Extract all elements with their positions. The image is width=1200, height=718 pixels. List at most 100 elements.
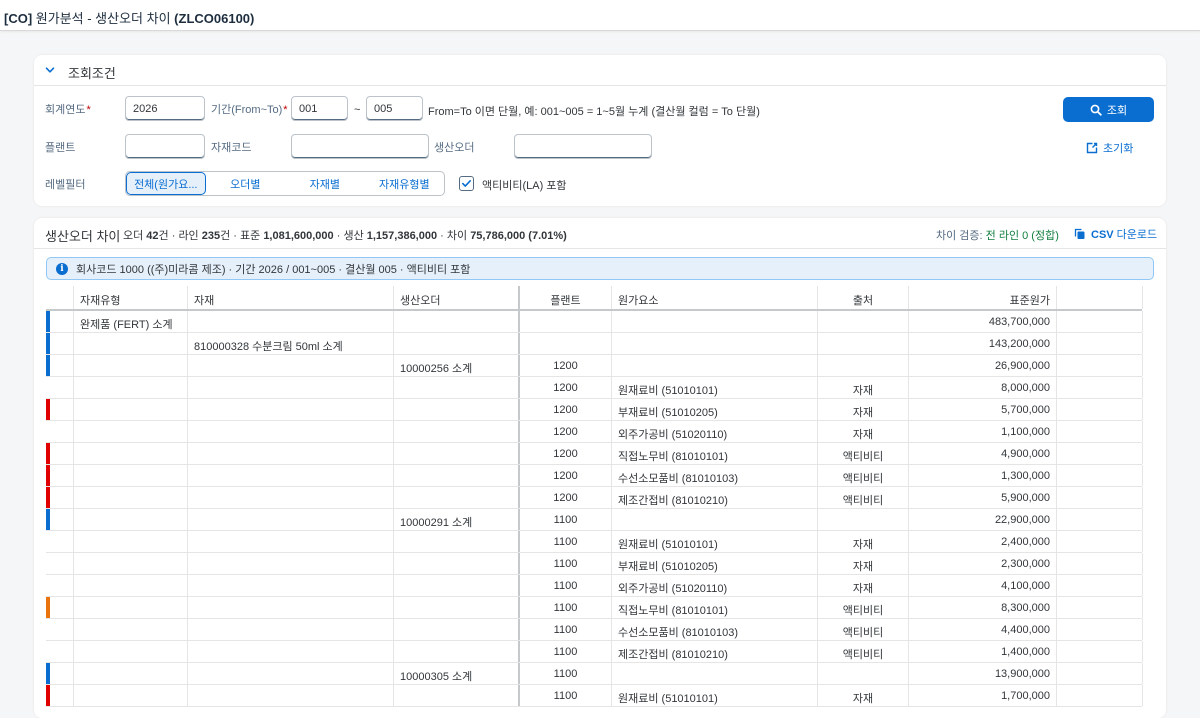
- activity-checkbox-label[interactable]: 액티비티(LA) 포함: [482, 177, 567, 193]
- cell-standard-cost: 26,900,000: [909, 355, 1057, 376]
- table-row[interactable]: 1100 제조간접비 (81010210) 액티비티 1,400,000: [46, 641, 1143, 663]
- cell-material: [188, 531, 394, 552]
- table-row[interactable]: 1200 제조간접비 (81010210) 액티비티 5,900,000: [46, 487, 1143, 509]
- row-status-marker: [46, 685, 50, 706]
- table-row[interactable]: 1100 수선소모품비 (81010103) 액티비티 4,400,000: [46, 619, 1143, 641]
- cell-extra: [1057, 685, 1143, 706]
- table-row[interactable]: 1200 부재료비 (51010205) 자재 5,700,000: [46, 399, 1143, 421]
- row-status-marker: [46, 487, 50, 508]
- cell-material-type: [74, 597, 188, 618]
- row-marker-cell: [46, 641, 74, 662]
- plant-input[interactable]: [125, 134, 205, 159]
- cell-production-order: [394, 597, 520, 618]
- cell-production-order: [394, 465, 520, 486]
- cell-material-type: [74, 333, 188, 354]
- table-row[interactable]: 1200 외주가공비 (51020110) 자재 1,100,000: [46, 421, 1143, 443]
- cell-source: 자재: [818, 421, 909, 442]
- level-filter-option-order[interactable]: 오더별: [206, 172, 285, 195]
- csv-download-label: CSV 다운로드: [1091, 229, 1158, 241]
- table-row[interactable]: 10000291 소계 1100 22,900,000: [46, 509, 1143, 531]
- row-status-marker: [46, 509, 50, 530]
- fiscal-year-label: 회계연도*: [45, 104, 91, 116]
- table-row[interactable]: 1100 부재료비 (51010205) 자재 2,300,000: [46, 553, 1143, 575]
- cell-production-order: [394, 641, 520, 662]
- app-title: [CO] 원가분석 - 생산오더 차이 (ZLCO06100): [4, 8, 254, 27]
- cell-production-order: [394, 487, 520, 508]
- cell-material: [188, 685, 394, 706]
- cell-production-order: 10000291 소계: [394, 509, 520, 530]
- col-header-material[interactable]: 자재: [188, 286, 394, 309]
- cell-cost-element: [612, 663, 818, 684]
- cell-material: [188, 399, 394, 420]
- variance-table: 자재유형 자재 생산오더 플랜트 원가요소 출처 표준원가 완제품 (FERT)…: [46, 286, 1143, 707]
- cell-standard-cost: 8,000,000: [909, 377, 1057, 398]
- col-header-standard-cost[interactable]: 표준원가: [909, 286, 1057, 309]
- table-row[interactable]: 1100 외주가공비 (51020110) 자재 4,100,000: [46, 575, 1143, 597]
- col-header-material-type[interactable]: 자재유형: [74, 286, 188, 309]
- cell-production-order: [394, 619, 520, 640]
- table-row[interactable]: 1100 직접노무비 (81010101) 액티비티 8,300,000: [46, 597, 1143, 619]
- table-row[interactable]: 완제품 (FERT) 소계 483,700,000: [46, 311, 1143, 333]
- cell-standard-cost: 1,300,000: [909, 465, 1057, 486]
- cell-source: [818, 355, 909, 376]
- cell-extra: [1057, 355, 1143, 376]
- col-header-cost-element[interactable]: 원가요소: [612, 286, 818, 309]
- cell-material: 810000328 수분크림 50ml 소계: [188, 333, 394, 354]
- cell-cost-element: [612, 333, 818, 354]
- table-row[interactable]: 1100 원재료비 (51010101) 자재 1,700,000: [46, 685, 1143, 707]
- cell-production-order: 10000256 소계: [394, 355, 520, 376]
- col-header-source[interactable]: 출처: [818, 286, 909, 309]
- cell-cost-element: 외주가공비 (51020110): [612, 575, 818, 596]
- chevron-down-icon[interactable]: [44, 64, 56, 76]
- results-panel: 생산오더 차이 오더 42건 · 라인 235건 · 표준 1,081,600,…: [34, 218, 1166, 718]
- row-marker-cell: [46, 619, 74, 640]
- filter-header[interactable]: 조회조건: [34, 55, 1166, 86]
- level-filter-option-material[interactable]: 자재별: [285, 172, 364, 195]
- reset-button[interactable]: 초기화: [1086, 139, 1133, 157]
- cell-extra: [1057, 421, 1143, 442]
- cell-production-order: [394, 575, 520, 596]
- variance-check-value: 전 라인 0 (정합): [985, 230, 1059, 242]
- table-row[interactable]: 10000256 소계 1200 26,900,000: [46, 355, 1143, 377]
- row-status-marker: [46, 465, 50, 486]
- cell-source: 액티비티: [818, 619, 909, 640]
- cell-material: [188, 443, 394, 464]
- level-filter-option-all[interactable]: 전체(원가요...: [126, 172, 206, 195]
- cell-extra: [1057, 597, 1143, 618]
- csv-download-button[interactable]: CSV 다운로드: [1074, 226, 1157, 242]
- plant-label: 플랜트: [45, 142, 76, 154]
- table-row[interactable]: 810000328 수분크림 50ml 소계 143,200,000: [46, 333, 1143, 355]
- cell-plant: 1100: [520, 575, 612, 596]
- table-row[interactable]: 1100 원재료비 (51010101) 자재 2,400,000: [46, 531, 1143, 553]
- shell-bar: [CO] 원가분석 - 생산오더 차이 (ZLCO06100): [0, 0, 1200, 31]
- production-order-input[interactable]: [514, 134, 652, 159]
- table-row[interactable]: 10000305 소계 1100 13,900,000: [46, 663, 1143, 685]
- cell-plant: 1100: [520, 663, 612, 684]
- material-code-input[interactable]: [291, 134, 429, 159]
- search-button[interactable]: 조회: [1063, 97, 1154, 122]
- activity-checkbox[interactable]: [459, 176, 474, 191]
- table-row[interactable]: 1200 수선소모품비 (81010103) 액티비티 1,300,000: [46, 465, 1143, 487]
- cell-extra: [1057, 663, 1143, 684]
- row-marker-cell: [46, 377, 74, 398]
- fiscal-year-input[interactable]: 2026: [125, 96, 205, 121]
- col-header-plant[interactable]: 플랜트: [520, 286, 612, 309]
- row-marker-cell: [46, 487, 74, 508]
- table-row[interactable]: 1200 원재료비 (51010101) 자재 8,000,000: [46, 377, 1143, 399]
- cell-plant: 1100: [520, 531, 612, 552]
- table-row[interactable]: 1200 직접노무비 (81010101) 액티비티 4,900,000: [46, 443, 1143, 465]
- col-header-production-order[interactable]: 생산오더: [394, 286, 520, 309]
- cell-extra: [1057, 399, 1143, 420]
- cell-cost-element: 수선소모품비 (81010103): [612, 465, 818, 486]
- period-from-input[interactable]: 001: [291, 96, 348, 121]
- cell-cost-element: 직접노무비 (81010101): [612, 443, 818, 464]
- period-to-input[interactable]: 005: [366, 96, 423, 121]
- info-strip: i 회사코드 1000 ((주)미라콤 제조) · 기간 2026 / 001~…: [46, 257, 1154, 280]
- level-filter-option-material-type[interactable]: 자재유형별: [365, 172, 444, 195]
- cell-material: [188, 311, 394, 332]
- cell-plant: 1200: [520, 465, 612, 486]
- cell-extra: [1057, 553, 1143, 574]
- cell-source: 액티비티: [818, 465, 909, 486]
- cell-material-type: [74, 465, 188, 486]
- cell-plant: 1100: [520, 619, 612, 640]
